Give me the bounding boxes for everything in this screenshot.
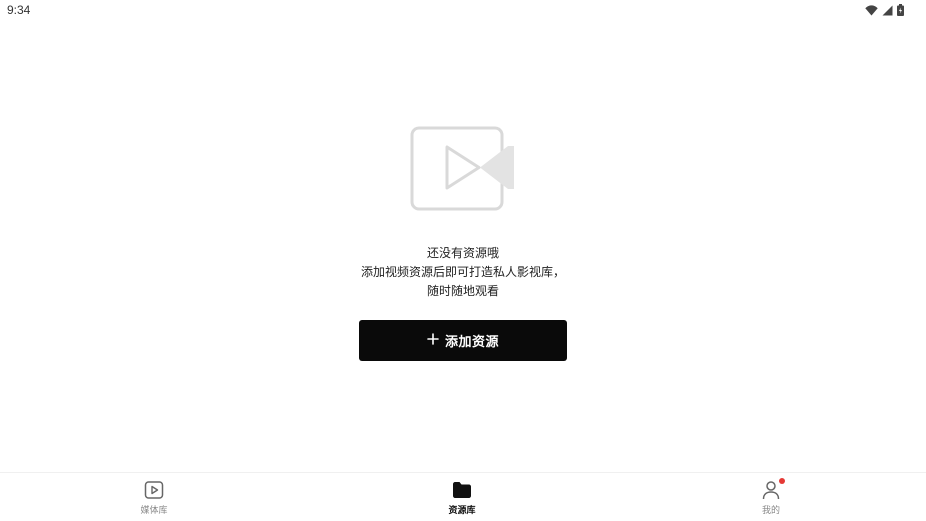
signal-icon [882,5,893,16]
status-icons [865,4,904,16]
add-resource-button[interactable]: 添加资源 [359,320,567,361]
folder-icon [451,479,473,501]
user-icon [760,478,785,501]
plus-icon [427,331,439,349]
status-bar: 9:34 [0,0,926,22]
nav-label-resource-library: 资源库 [448,506,476,516]
nav-item-resource-library[interactable]: 资源库 [422,479,502,521]
add-resource-label: 添加资源 [444,335,499,350]
battery-icon [897,4,904,16]
wifi-icon [865,4,878,16]
nav-item-mine[interactable]: 我的 [731,478,811,521]
nav-label-mine: 我的 [761,506,780,516]
empty-title: 还没有资源哦 [426,246,499,260]
empty-description-line2: 随时随地观看 [426,284,499,298]
video-camera-icon [410,126,516,216]
nav-label-media-library: 媒体库 [140,506,168,516]
status-time: 9:34 [7,3,31,17]
nav-item-media-library[interactable]: 媒体库 [114,479,194,521]
empty-description-line1: 添加视频资源后即可打造私人影视库， [360,265,565,279]
notification-badge [779,478,785,484]
play-square-icon [143,479,165,501]
bottom-nav: 媒体库 资源库 我的 [0,472,926,521]
